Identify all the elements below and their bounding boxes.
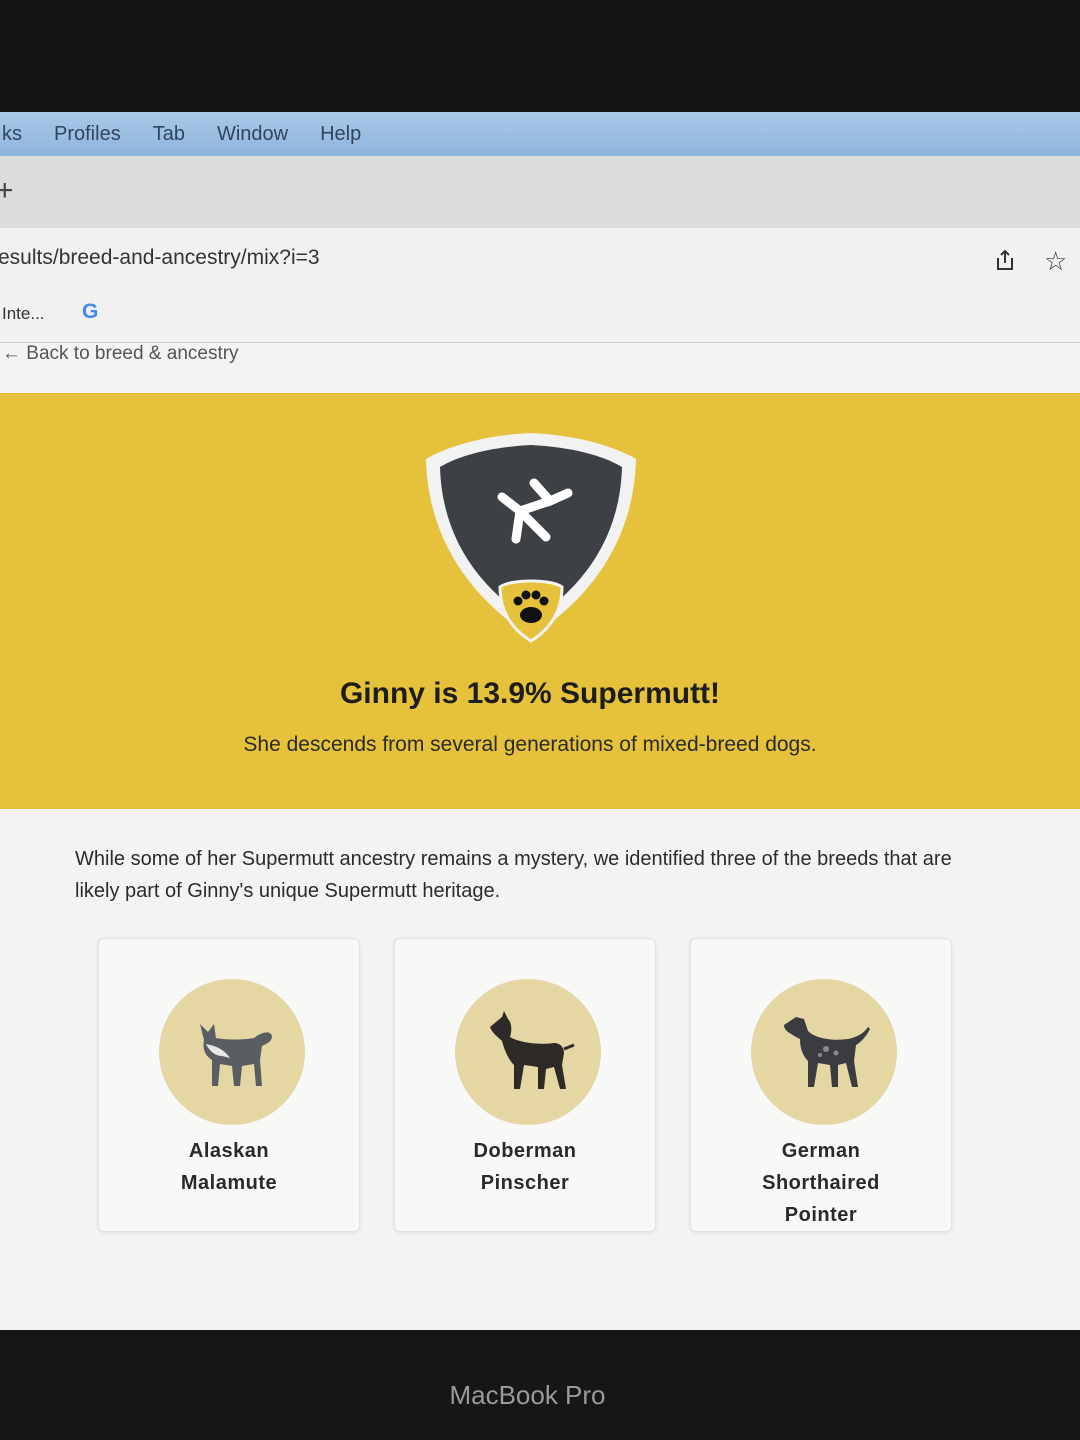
pointer-dog-icon (784, 1017, 870, 1087)
page-content: ← Back to breed & ancestry Ginny is 13.9… (0, 343, 1080, 1330)
google-icon[interactable]: G (82, 300, 98, 324)
shield-badge-icon (426, 433, 636, 643)
breed-name: Alaskan Malamute (180, 1140, 278, 1194)
menu-item-profiles[interactable]: Profiles (54, 123, 121, 146)
menu-item-tab[interactable]: Tab (153, 123, 185, 146)
breed-name: German Shorthaired Pointer (762, 1140, 880, 1226)
supermutt-hero: Ginny is 13.9% Supermutt! She descends f… (0, 393, 1080, 809)
breed-name: Doberman Pinscher (473, 1140, 577, 1194)
browser-tab-strip: + (0, 156, 1080, 228)
star-icon[interactable]: ☆ (1044, 246, 1067, 277)
breed-card-alaskan-malamute[interactable]: Alaskan Malamute (98, 938, 360, 1232)
share-icon[interactable] (994, 248, 1016, 272)
new-tab-button[interactable]: + (0, 174, 14, 208)
supermutt-subtitle: She descends from several generations of… (243, 733, 817, 756)
menu-item-window[interactable]: Window (217, 123, 288, 146)
breed-image-circle (751, 979, 897, 1125)
breed-image-circle (159, 979, 305, 1125)
supermutt-title: Ginny is 13.9% Supermutt! (339, 677, 721, 710)
menu-item-help[interactable]: Help (320, 123, 361, 146)
bookmarks-bar: Inte... G (0, 290, 1080, 343)
address-bar[interactable]: esults/breed-and-ancestry/mix?i=3 (0, 228, 1080, 290)
back-to-breed-link[interactable]: ← Back to breed & ancestry (2, 343, 239, 365)
ancestry-intro-text: While some of her Supermutt ancestry rem… (75, 848, 952, 902)
breed-image-circle (455, 979, 601, 1125)
breed-card-doberman-pinscher[interactable]: Doberman Pinscher (394, 938, 656, 1232)
menu-item-bookmarks[interactable]: ks (2, 123, 22, 146)
doberman-dog-icon (490, 1011, 575, 1089)
mac-menu-bar: ks Profiles Tab Window Help (0, 112, 1080, 156)
macbook-brand-label: MacBook Pro (449, 1380, 606, 1410)
url-text[interactable]: esults/breed-and-ancestry/mix?i=3 (0, 246, 320, 270)
malamute-dog-icon (200, 1024, 272, 1086)
laptop-bezel-top (0, 0, 1080, 112)
breed-card-german-shorthaired-pointer[interactable]: German Shorthaired Pointer (690, 938, 952, 1232)
bookmark-item[interactable]: Inte... (2, 304, 45, 324)
